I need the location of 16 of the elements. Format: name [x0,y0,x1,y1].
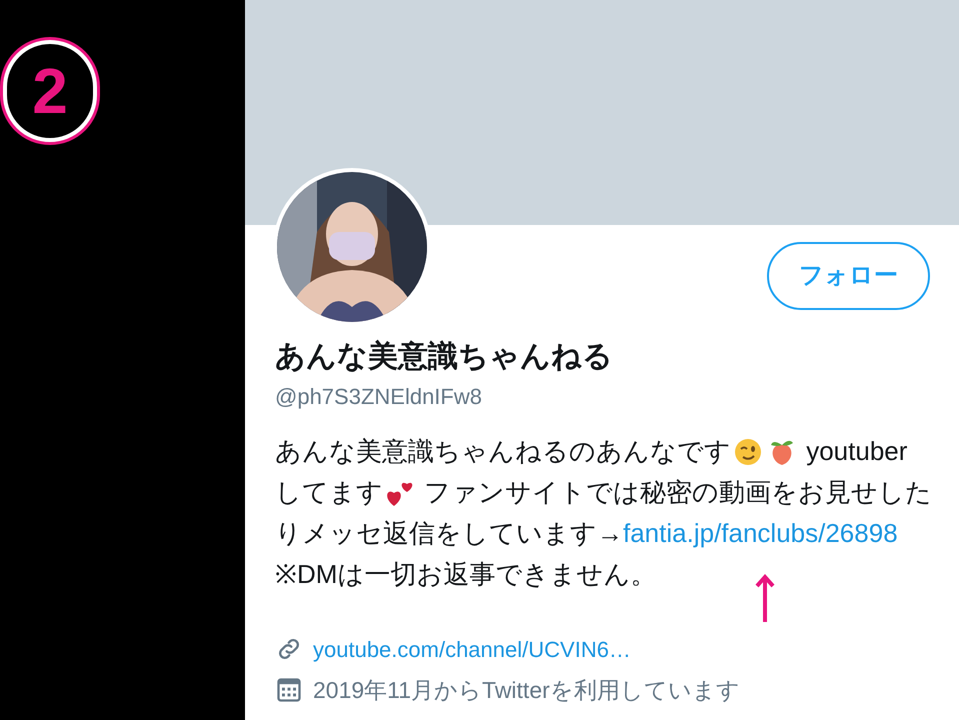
number-badge: 2 [3,40,97,142]
winking-face-icon [733,436,763,466]
bio-text: あんな美意識ちゃんねるのあんなです [275,435,731,468]
join-date: 2019年11月からTwitterを利用しています [313,676,740,705]
bio-text: ファンサイトでは秘密の動画をお見せした [423,476,932,509]
bio-link[interactable]: fantia.jp/fanclubs/26898 [623,514,898,553]
profile-name: あんな美意識ちゃんねる [275,338,614,375]
bio-text: してます [275,476,383,509]
bio-text: ※DMは一切お返事できません。 [275,558,656,591]
bio-text: youtuber [805,435,908,468]
calendar-icon [275,676,303,704]
follow-button[interactable]: フォロー [767,242,930,310]
arrow-icon [755,574,775,624]
website-link[interactable]: youtube.com/channel/UCVIN6… [313,632,631,666]
profile-handle: @ph7S3ZNEldnIFw8 [275,383,483,411]
bio-text: りメッセ返信をしています→ [275,517,623,550]
